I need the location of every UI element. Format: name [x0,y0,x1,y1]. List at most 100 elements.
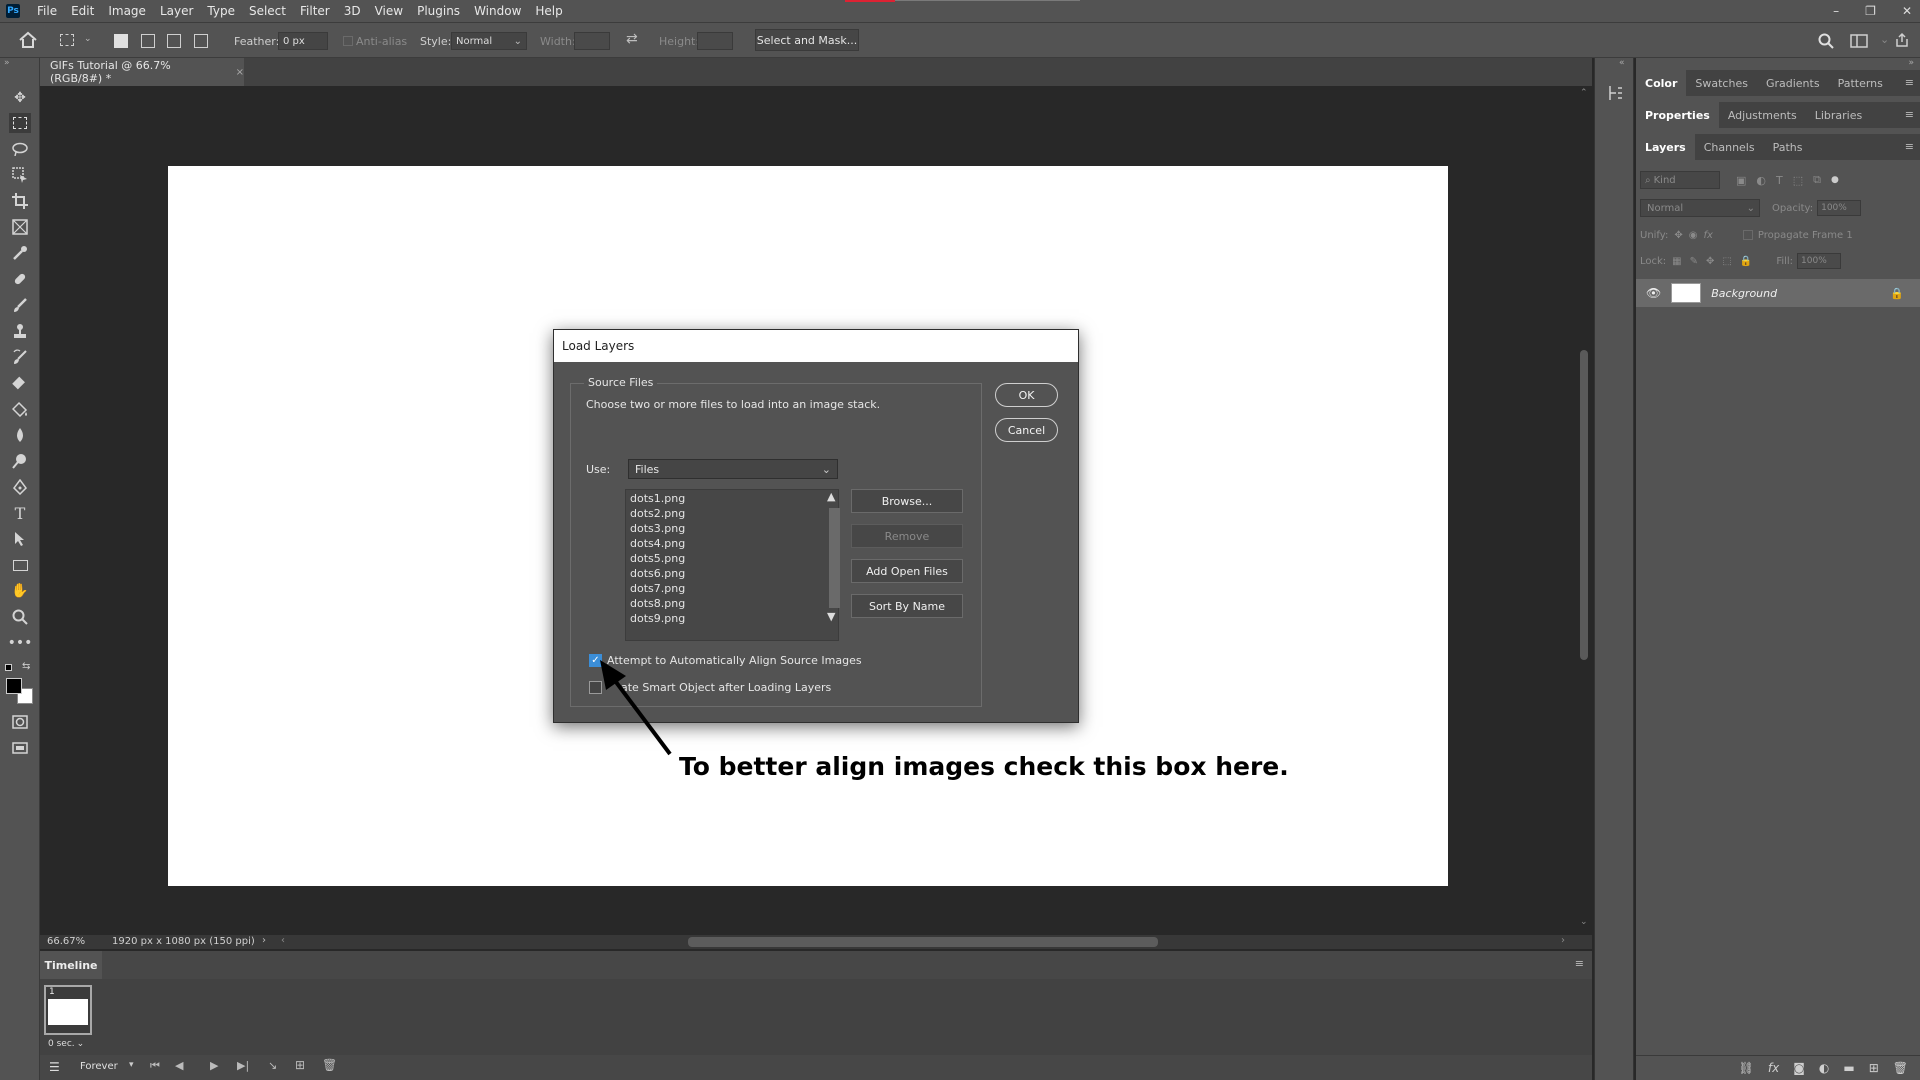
link-layers-icon[interactable]: ⛓ [1739,1061,1754,1075]
propagate-checkbox[interactable] [1742,230,1753,240]
ok-button[interactable]: OK [995,383,1058,407]
brush-tool-icon[interactable] [9,295,31,315]
tab-color[interactable]: Color [1636,70,1687,96]
clone-stamp-tool-icon[interactable] [9,321,31,341]
width-input[interactable] [574,32,610,50]
document-tab[interactable]: GIFs Tutorial @ 66.7% (RGB/8#) * × [40,58,244,86]
search-icon[interactable] [1818,33,1834,49]
move-tool-icon[interactable]: ✥ [9,88,31,108]
more-tools-icon[interactable]: ••• [8,633,33,653]
menu-filter[interactable]: Filter [293,0,337,22]
tab-swatches[interactable]: Swatches [1686,70,1757,96]
blur-tool-icon[interactable] [9,425,31,445]
list-scrollbar[interactable] [829,508,840,608]
duplicate-frame-icon[interactable]: ⊞ [295,1058,305,1072]
opacity-input[interactable]: 100% [1817,200,1862,216]
filter-smart-object-icon[interactable]: ⧉ [1813,173,1821,187]
new-selection-icon[interactable] [114,34,128,48]
cancel-button[interactable]: Cancel [995,418,1058,442]
swap-colors-icon[interactable]: ⇆ [22,661,30,672]
list-item[interactable]: dots6.png [630,566,685,581]
pen-tool-icon[interactable] [9,477,31,497]
list-item[interactable]: dots2.png [630,506,685,521]
scroll-down-icon[interactable]: ▼ [827,610,835,623]
filter-toggle-icon[interactable]: ● [1831,175,1839,185]
new-group-icon[interactable]: ▬ [1843,1061,1854,1075]
scroll-down-icon[interactable]: ⌄ [1580,917,1588,927]
foreground-color-swatch[interactable] [6,678,22,694]
feather-input[interactable]: 0 px [278,32,328,50]
lock-transparent-icon[interactable]: ▦ [1672,256,1681,267]
adjustment-layer-icon[interactable]: ◐ [1819,1061,1829,1075]
scroll-left-icon[interactable]: ‹ [281,935,285,946]
list-item[interactable]: dots8.png [630,596,685,611]
use-select[interactable]: Files ⌄ [628,459,838,479]
frame-delay-select[interactable]: 0 sec. ⌄ [48,1038,94,1050]
object-selection-tool-icon[interactable] [9,165,31,185]
filter-pixel-icon[interactable]: ▣ [1736,174,1746,187]
scroll-up-icon[interactable]: ⌃ [1580,88,1588,98]
list-item[interactable]: dots9.png [630,611,685,626]
list-item[interactable]: dots4.png [630,536,685,551]
add-mask-icon[interactable]: ◙ [1793,1061,1805,1075]
filter-shape-icon[interactable]: ⬚ [1793,174,1803,187]
scroll-right-icon[interactable]: › [1561,935,1565,946]
restore-icon[interactable]: ❐ [1865,4,1876,18]
unify-position-icon[interactable]: ✥ [1674,230,1682,241]
list-item[interactable]: dots5.png [630,551,685,566]
list-item[interactable]: dots3.png [630,521,685,536]
menu-3d[interactable]: 3D [337,0,368,22]
unify-style-icon[interactable]: fx [1703,230,1712,241]
vertical-scrollbar[interactable] [1580,350,1588,660]
history-brush-tool-icon[interactable] [9,347,31,367]
first-frame-icon[interactable]: ⏮ [150,1059,160,1073]
next-frame-icon[interactable]: ▶| [237,1059,249,1072]
collapse-panels-icon[interactable]: » [1908,58,1914,68]
lock-image-icon[interactable]: ✎ [1690,256,1698,267]
rectangular-marquee-tool-icon[interactable] [9,113,31,133]
sort-by-name-button[interactable]: Sort By Name [851,594,963,618]
path-selection-tool-icon[interactable] [9,529,31,549]
style-select[interactable]: Normal ⌄ [451,32,527,50]
panel-menu-icon[interactable]: ≡ [1575,957,1584,970]
menu-window[interactable]: Window [467,0,528,22]
zoom-tool-icon[interactable] [9,607,31,627]
menu-view[interactable]: View [368,0,410,22]
paint-bucket-tool-icon[interactable] [9,399,31,419]
tab-layers[interactable]: Layers [1636,134,1695,160]
zoom-level[interactable]: 66.67% [47,936,85,947]
loop-options[interactable]: Forever [80,1061,118,1072]
crop-tool-icon[interactable] [9,191,31,211]
filter-type-icon[interactable]: T [1776,174,1783,187]
panel-menu-icon[interactable]: ≡ [1905,140,1914,153]
lock-position-icon[interactable]: ✥ [1706,256,1714,267]
tab-patterns[interactable]: Patterns [1829,70,1892,96]
type-tool-icon[interactable]: T [9,503,31,523]
close-icon[interactable]: × [236,67,244,78]
expand-panels-icon[interactable]: « [1619,58,1625,68]
minimize-icon[interactable]: – [1833,4,1839,18]
menu-layer[interactable]: Layer [153,0,200,22]
menu-select[interactable]: Select [242,0,293,22]
list-item[interactable]: dots1.png [630,491,685,506]
layer-filter-select[interactable]: ⌕ Kind [1640,171,1720,189]
scroll-up-icon[interactable]: ▲ [827,490,835,503]
unify-visibility-icon[interactable]: ◉ [1689,230,1698,241]
intersect-selection-icon[interactable] [194,34,208,48]
workspace-icon[interactable] [1850,34,1868,48]
chevron-right-icon[interactable]: › [262,935,266,946]
tab-paths[interactable]: Paths [1764,134,1812,160]
chevron-down-icon[interactable]: ⌄ [84,34,92,44]
home-icon[interactable] [18,31,38,49]
lasso-tool-icon[interactable] [9,139,31,159]
quick-mask-icon[interactable] [9,712,31,732]
eye-icon[interactable]: 👁 [1646,286,1661,300]
tween-icon[interactable]: ↘ [268,1059,277,1072]
list-item[interactable]: dots7.png [630,581,685,596]
panel-menu-icon[interactable]: ≡ [1905,108,1914,121]
new-layer-icon[interactable]: ⊞ [1869,1061,1879,1075]
filter-adjustment-icon[interactable]: ◐ [1756,174,1766,187]
frame-tool-icon[interactable] [9,217,31,237]
dodge-tool-icon[interactable] [9,451,31,471]
play-icon[interactable]: ▶ [210,1059,218,1072]
